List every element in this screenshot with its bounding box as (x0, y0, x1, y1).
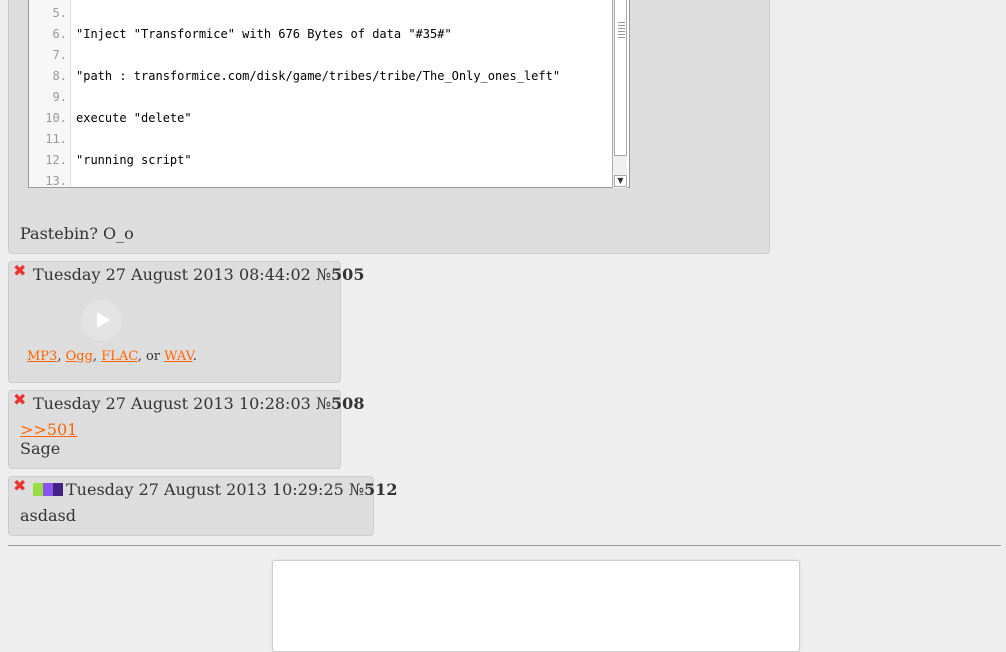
period: . (192, 349, 197, 364)
post-message: Sage (20, 439, 61, 458)
code-line: "path : transformice.com/disk/game/tribe… (76, 69, 561, 83)
post-message: asdasd (20, 506, 76, 525)
separator: , (92, 349, 102, 364)
post-header: ✖ Tuesday 27 August 2013 08:44:02 № 505 (13, 262, 364, 284)
play-icon (97, 312, 110, 328)
line-number: 11. (45, 132, 67, 146)
code-scrollbar[interactable]: ▼ (612, 0, 627, 188)
reply-link-text[interactable]: >>501 (20, 420, 77, 439)
close-icon[interactable]: ✖ (13, 477, 27, 495)
code-embed[interactable]: 5. 6. "Inject "Transformice" with 676 Byte… (28, 0, 630, 188)
flag-stripe (53, 483, 63, 496)
post-number[interactable]: 505 (331, 265, 364, 284)
post-date: Tuesday 27 August 2013 10:29:25 (66, 480, 344, 499)
post-508: ✖ Tuesday 27 August 2013 10:28:03 № 508 … (8, 390, 364, 469)
reply-form-box[interactable] (272, 560, 800, 652)
line-number: 9. (52, 90, 67, 104)
scrollbar-thumb[interactable] (614, 0, 627, 156)
grip-icon (618, 22, 625, 38)
flag-stripe (33, 483, 43, 496)
format-link-flac[interactable]: FLAC (101, 349, 138, 364)
post-number-prefix: № (348, 480, 365, 499)
line-number: 5. (52, 6, 67, 20)
post-505: ✖ Tuesday 27 August 2013 08:44:02 № 505 … (8, 261, 364, 383)
audio-format-links: MP3, Ogg, FLAC, or WAV. (27, 349, 197, 364)
line-number: 7. (52, 48, 67, 62)
close-icon[interactable]: ✖ (13, 262, 27, 280)
divider (8, 545, 1001, 546)
audio-play-button[interactable] (81, 300, 122, 341)
close-icon[interactable]: ✖ (13, 391, 27, 409)
reply-link[interactable]: >>501 (20, 420, 77, 439)
post-message: Pastebin? O_o (20, 224, 134, 243)
code-line: "Inject "Transformice" with 676 Bytes of… (76, 27, 452, 41)
post-number[interactable]: 512 (364, 480, 397, 499)
line-number: 6. (52, 27, 67, 41)
post-with-code: 5. 6. "Inject "Transformice" with 676 Byte… (8, 0, 770, 254)
scroll-down-icon[interactable]: ▼ (614, 175, 627, 187)
format-link-ogg[interactable]: Ogg (66, 349, 93, 364)
separator: , (57, 349, 66, 364)
post-header: ✖ Tuesday 27 August 2013 10:28:03 № 508 (13, 391, 364, 413)
post-number-prefix: № (315, 394, 332, 413)
line-number: 10. (45, 111, 67, 125)
post-number-prefix: № (315, 265, 332, 284)
post-date: Tuesday 27 August 2013 08:44:02 (33, 265, 311, 284)
post-512: ✖ Tuesday 27 August 2013 10:29:25 № 512 … (8, 476, 397, 536)
line-number: 13. (45, 174, 67, 188)
code-line: "running script" (76, 153, 192, 167)
code-line: execute "delete" (76, 111, 192, 125)
post-number[interactable]: 508 (331, 394, 364, 413)
flag-stripe (43, 483, 53, 496)
post-date: Tuesday 27 August 2013 10:28:03 (33, 394, 311, 413)
format-link-wav[interactable]: WAV (164, 349, 193, 364)
separator: , or (137, 349, 165, 364)
line-number: 12. (45, 153, 67, 167)
flag-icon (33, 483, 63, 496)
post-header: ✖ Tuesday 27 August 2013 10:29:25 № 512 (13, 477, 397, 499)
line-number: 8. (52, 69, 67, 83)
format-link-mp3[interactable]: MP3 (27, 349, 57, 364)
